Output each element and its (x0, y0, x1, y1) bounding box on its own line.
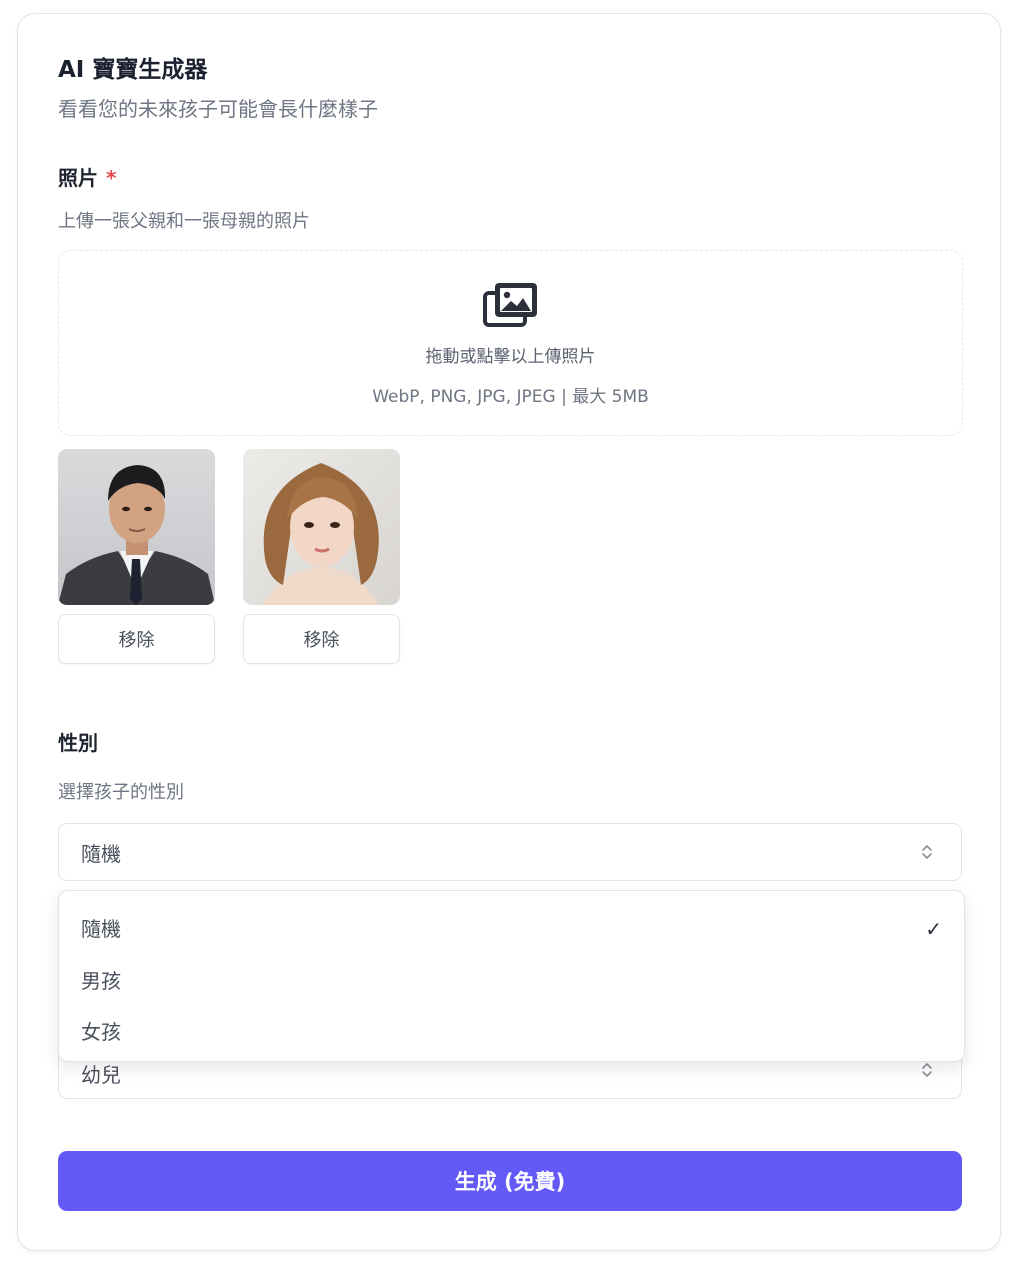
photo-dropzone[interactable]: 拖動或點擊以上傳照片 WebP, PNG, JPG, JPEG | 最大 5MB (58, 250, 963, 436)
dropzone-formats: WebP, PNG, JPG, JPEG | 最大 5MB (372, 387, 649, 407)
gender-option-girl[interactable]: 女孩 (81, 1016, 121, 1045)
check-icon: ✓ (925, 917, 942, 941)
photos-label: 照片 * (58, 162, 116, 191)
photos-hint: 上傳一張父親和一張母親的照片 (58, 211, 310, 232)
required-mark: * (106, 166, 117, 190)
gender-hint: 選擇孩子的性別 (58, 782, 184, 803)
chevron-up-down-icon (922, 844, 932, 860)
generate-button[interactable]: 生成 (免費) (58, 1151, 962, 1211)
gender-select-value: 隨機 (81, 841, 121, 866)
photos-label-text: 照片 (58, 166, 98, 190)
gender-dropdown-menu: 隨機 ✓ 男孩 女孩 (58, 890, 965, 1062)
images-icon (483, 283, 537, 327)
mother-photo (243, 449, 400, 605)
page-title: AI 寶寶生成器 (58, 57, 208, 83)
gender-option-random[interactable]: 隨機 (81, 913, 121, 942)
remove-father-photo-button[interactable]: 移除 (58, 614, 215, 664)
age-select-value: 幼兒 (81, 1062, 121, 1087)
dropzone-text: 拖動或點擊以上傳照片 (425, 347, 596, 367)
baby-generator-card: AI 寶寶生成器 看看您的未來孩子可能會長什麼樣子 照片 * 上傳一張父親和一張母… (17, 13, 1001, 1251)
gender-select[interactable]: 隨機 (58, 823, 962, 881)
gender-label: 性別 (58, 731, 98, 755)
father-photo (58, 449, 215, 605)
remove-mother-photo-button[interactable]: 移除 (243, 614, 400, 664)
chevron-up-down-icon (922, 1062, 932, 1078)
page-subtitle: 看看您的未來孩子可能會長什麼樣子 (58, 97, 378, 121)
gender-option-boy[interactable]: 男孩 (81, 965, 121, 994)
